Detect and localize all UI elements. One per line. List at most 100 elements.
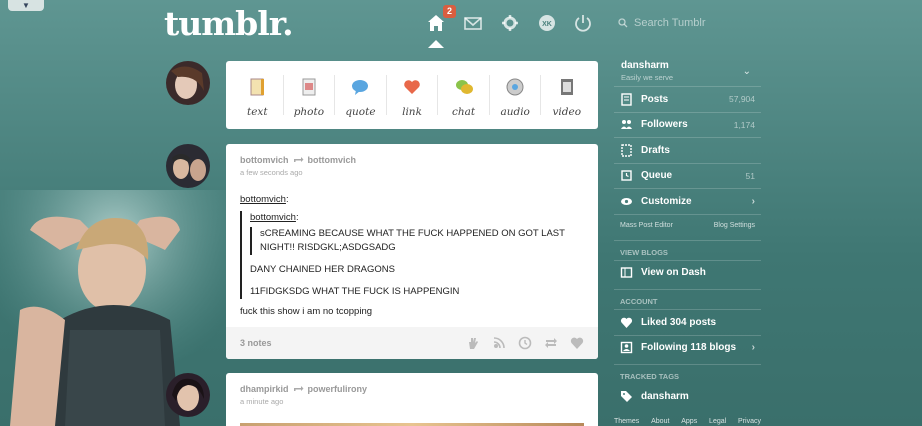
- reblog-icon[interactable]: [544, 336, 558, 350]
- reblog-source-link[interactable]: bottomvich: [240, 194, 286, 205]
- post-text: fuck this show i am no tcopping: [240, 306, 373, 317]
- chevron-down-icon: ▼: [22, 1, 30, 10]
- photo-post-icon: [302, 78, 316, 96]
- photo-label: photo: [293, 106, 325, 118]
- chat-label: chat: [452, 106, 476, 118]
- sidebar-item-queue[interactable]: Queue 51: [614, 162, 761, 189]
- sidebar-item-drafts[interactable]: Drafts: [614, 137, 761, 163]
- sidebar-item-label: Customize: [641, 195, 692, 207]
- reblog-source-link[interactable]: bottomvich: [250, 212, 296, 223]
- blog-name: dansharm: [621, 60, 669, 71]
- sidebar-tool-links: Mass Post Editor Blog Settings: [614, 213, 761, 236]
- mass-post-editor-link[interactable]: Mass Post Editor: [620, 222, 673, 229]
- collapse-toggle[interactable]: ▼: [8, 0, 44, 11]
- eye-icon: [621, 197, 632, 205]
- post-text: DANY CHAINED HER DRAGONS: [250, 264, 395, 275]
- followers-icon: [621, 120, 632, 130]
- gear-icon[interactable]: [500, 13, 520, 33]
- following-icon: [620, 342, 633, 354]
- blockquote: bottomvich: sCREAMING BECAUSE WHAT THE F…: [240, 211, 584, 299]
- sidebar-item-posts[interactable]: Posts 57,904: [614, 86, 761, 112]
- reblog-icon: [293, 385, 304, 391]
- sidebar-item-count: 57,904: [729, 94, 755, 105]
- sidebar-item-followers[interactable]: Followers 1,174: [614, 111, 761, 138]
- quote-label: quote: [345, 106, 376, 118]
- heart-icon[interactable]: [570, 336, 584, 350]
- post-author[interactable]: dhampirkid: [240, 384, 289, 394]
- section-heading: ACCOUNT: [614, 289, 761, 309]
- sidebar-item-following[interactable]: Following 118 blogs ›: [614, 334, 761, 361]
- section-heading: VIEW BLOGS: [614, 239, 761, 260]
- reblog-icon: [293, 156, 303, 162]
- new-text-post-button[interactable]: text: [232, 61, 283, 129]
- sidebar-item-count: 1,174: [733, 119, 755, 130]
- power-icon[interactable]: [573, 13, 593, 33]
- search-placeholder: Search Tumblr: [634, 17, 706, 29]
- new-chat-post-button[interactable]: chat: [438, 61, 489, 129]
- user-avatar[interactable]: [166, 61, 210, 105]
- dashboard-icon: [620, 267, 633, 278]
- quote-post-icon: [352, 80, 369, 95]
- search-box[interactable]: Search Tumblr: [618, 14, 758, 32]
- hand-icon[interactable]: [466, 336, 480, 350]
- new-link-post-button[interactable]: link: [387, 61, 438, 129]
- dashboard-post: dhampirkid powerfulirony a minute ago: [226, 373, 598, 426]
- blog-settings-link[interactable]: Blog Settings: [714, 222, 755, 229]
- footer-link-privacy[interactable]: Privacy: [738, 418, 761, 425]
- footer-link-apps[interactable]: Apps: [681, 418, 697, 425]
- sidebar-item-label: Posts: [641, 93, 669, 105]
- share-icon[interactable]: [492, 336, 506, 350]
- history-icon[interactable]: [518, 336, 532, 350]
- reblogged-from[interactable]: bottomvich: [308, 155, 357, 165]
- post-text: 11FIDGKSDG WHAT THE FUCK IS HAPPENGIN: [250, 286, 460, 297]
- footer-links: Themes About Apps Legal Privacy: [614, 418, 761, 425]
- video-label: video: [552, 106, 582, 118]
- notes-count[interactable]: 3 notes: [240, 338, 272, 348]
- active-nav-caret: [428, 40, 444, 48]
- heart-icon: [620, 317, 633, 328]
- post-text: sCREAMING BECAUSE WHAT THE FUCK HAPPENED…: [260, 228, 565, 253]
- sidebar: dansharm Easily we serve ⌄ Posts 57,904 …: [614, 56, 761, 410]
- new-quote-post-button[interactable]: quote: [335, 61, 386, 129]
- new-photo-post-button[interactable]: photo: [284, 61, 335, 129]
- text-post-icon: [250, 78, 265, 96]
- sidebar-item-tracked-tag[interactable]: dansharm: [614, 384, 761, 410]
- new-audio-post-button[interactable]: audio: [490, 61, 541, 129]
- post-timestamp[interactable]: a few seconds ago: [226, 165, 598, 177]
- blog-subtitle: Easily we serve: [621, 73, 674, 82]
- footer-link-legal[interactable]: Legal: [709, 418, 726, 425]
- footer-link-about[interactable]: About: [651, 418, 669, 425]
- new-video-post-button[interactable]: video: [541, 61, 592, 129]
- post-footer: 3 notes: [226, 327, 598, 359]
- post-header: bottomvich bottomvich: [226, 144, 598, 165]
- mail-icon[interactable]: [463, 13, 483, 33]
- sidebar-item-label: View on Dash: [641, 267, 706, 279]
- blockquote: sCREAMING BECAUSE WHAT THE FUCK HAPPENED…: [250, 227, 584, 255]
- audio-label: audio: [500, 106, 530, 118]
- post-body: bottomvich: bottomvich: sCREAMING BECAUS…: [226, 177, 598, 319]
- tumblr-logo[interactable]: tumblr.: [164, 4, 294, 43]
- sidebar-item-customize[interactable]: Customize ›: [614, 188, 761, 214]
- post-actions: [466, 336, 584, 350]
- link-label: link: [402, 106, 422, 118]
- blog-switcher[interactable]: dansharm Easily we serve ⌄: [614, 56, 761, 86]
- notification-badge: 2: [443, 5, 456, 18]
- tag-icon: [621, 391, 632, 403]
- chevron-right-icon: ›: [751, 342, 755, 354]
- post-author-avatar[interactable]: [166, 144, 210, 188]
- chat-post-icon: [455, 80, 473, 94]
- sidebar-item-likes[interactable]: Liked 304 posts: [614, 309, 761, 335]
- chevron-right-icon: ›: [751, 195, 755, 207]
- sidebar-item-view-on-dash[interactable]: View on Dash: [614, 259, 761, 286]
- reblogged-from[interactable]: powerfulirony: [308, 384, 368, 394]
- svg-text:XK: XK: [542, 21, 552, 28]
- xkit-icon[interactable]: XK: [537, 13, 557, 33]
- text-label: text: [247, 106, 268, 118]
- sidebar-item-label: Following 118 blogs: [641, 342, 737, 354]
- post-author-avatar[interactable]: [166, 373, 210, 417]
- post-timestamp[interactable]: a minute ago: [226, 394, 598, 406]
- chevron-down-icon: ⌄: [742, 66, 751, 77]
- sidebar-item-label: Followers: [641, 119, 688, 131]
- post-author[interactable]: bottomvich: [240, 155, 289, 165]
- footer-link-themes[interactable]: Themes: [614, 418, 639, 425]
